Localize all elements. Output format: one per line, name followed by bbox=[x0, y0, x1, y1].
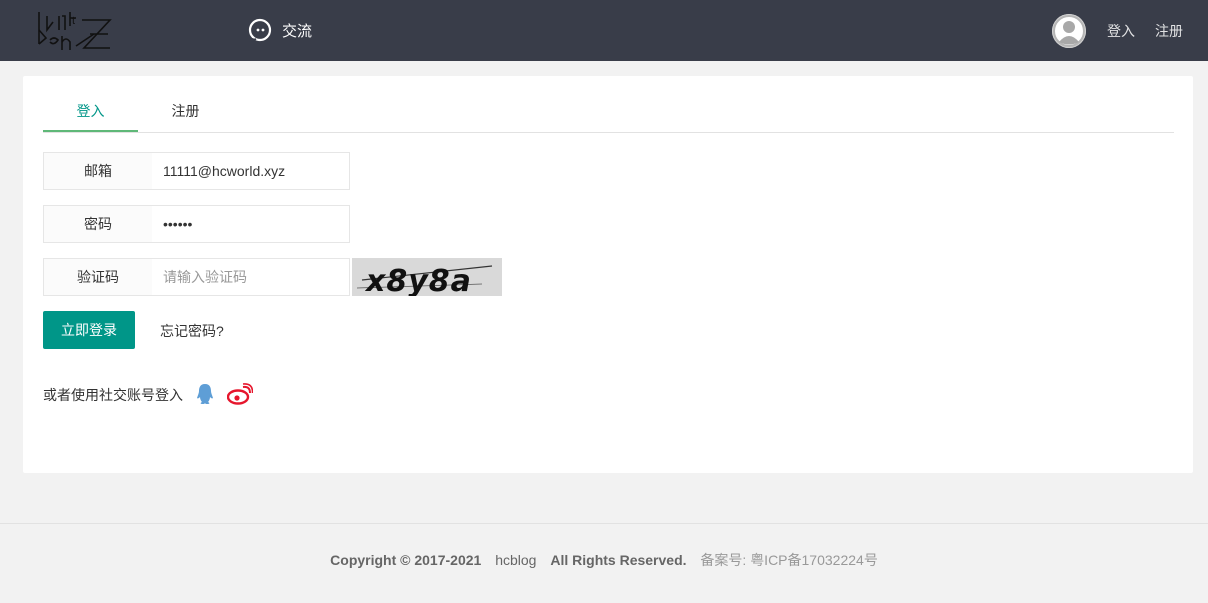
email-field[interactable] bbox=[152, 152, 350, 190]
nav-item-exchange[interactable]: 交流 bbox=[248, 17, 312, 43]
footer-icp-label: 备案号: bbox=[700, 552, 747, 568]
chat-bubble-icon bbox=[248, 18, 272, 42]
footer-divider bbox=[0, 523, 1208, 524]
footer-rights: All Rights Reserved. bbox=[550, 552, 687, 568]
captcha-text: x8y8a bbox=[364, 264, 472, 296]
site-logo[interactable]: t bbox=[36, 10, 112, 52]
nav-item-label: 交流 bbox=[282, 22, 313, 40]
footer-copyright: Copyright © 2017-2021 bbox=[330, 552, 482, 568]
qq-icon[interactable] bbox=[195, 383, 215, 408]
login-panel: 登入 注册 邮箱 密码 验证码 x8y8a 立即登录 忘记密码? 或者使用社交账… bbox=[23, 76, 1193, 473]
auth-tabs: 登入 注册 bbox=[43, 92, 1174, 133]
tab-login[interactable]: 登入 bbox=[43, 92, 138, 132]
password-field[interactable] bbox=[152, 205, 350, 243]
forgot-password-link[interactable]: 忘记密码? bbox=[160, 321, 224, 341]
footer-icp-link[interactable]: 粤ICP备17032224号 bbox=[750, 552, 878, 568]
social-login: 或者使用社交账号登入 bbox=[43, 382, 254, 408]
password-label: 密码 bbox=[43, 205, 153, 243]
weibo-icon[interactable] bbox=[226, 382, 254, 408]
footer: Copyright © 2017-2021 hcblog All Rights … bbox=[0, 550, 1208, 570]
user-avatar[interactable] bbox=[1052, 14, 1086, 48]
svg-text:t: t bbox=[72, 15, 75, 27]
social-login-label: 或者使用社交账号登入 bbox=[43, 387, 183, 403]
top-navbar: t 交流 登入 注册 bbox=[0, 0, 1208, 61]
captcha-label: 验证码 bbox=[43, 258, 153, 296]
captcha-graphic: x8y8a bbox=[352, 258, 502, 296]
footer-site-link[interactable]: hcblog bbox=[495, 552, 536, 568]
tab-register[interactable]: 注册 bbox=[138, 92, 233, 131]
login-submit-button[interactable]: 立即登录 bbox=[43, 311, 135, 349]
captcha-image[interactable]: x8y8a bbox=[352, 258, 502, 296]
captcha-input[interactable] bbox=[152, 258, 350, 296]
default-user-icon bbox=[1053, 15, 1085, 47]
header-register-link[interactable]: 注册 bbox=[1155, 21, 1183, 41]
email-label: 邮箱 bbox=[43, 152, 153, 190]
header-login-link[interactable]: 登入 bbox=[1107, 21, 1135, 41]
